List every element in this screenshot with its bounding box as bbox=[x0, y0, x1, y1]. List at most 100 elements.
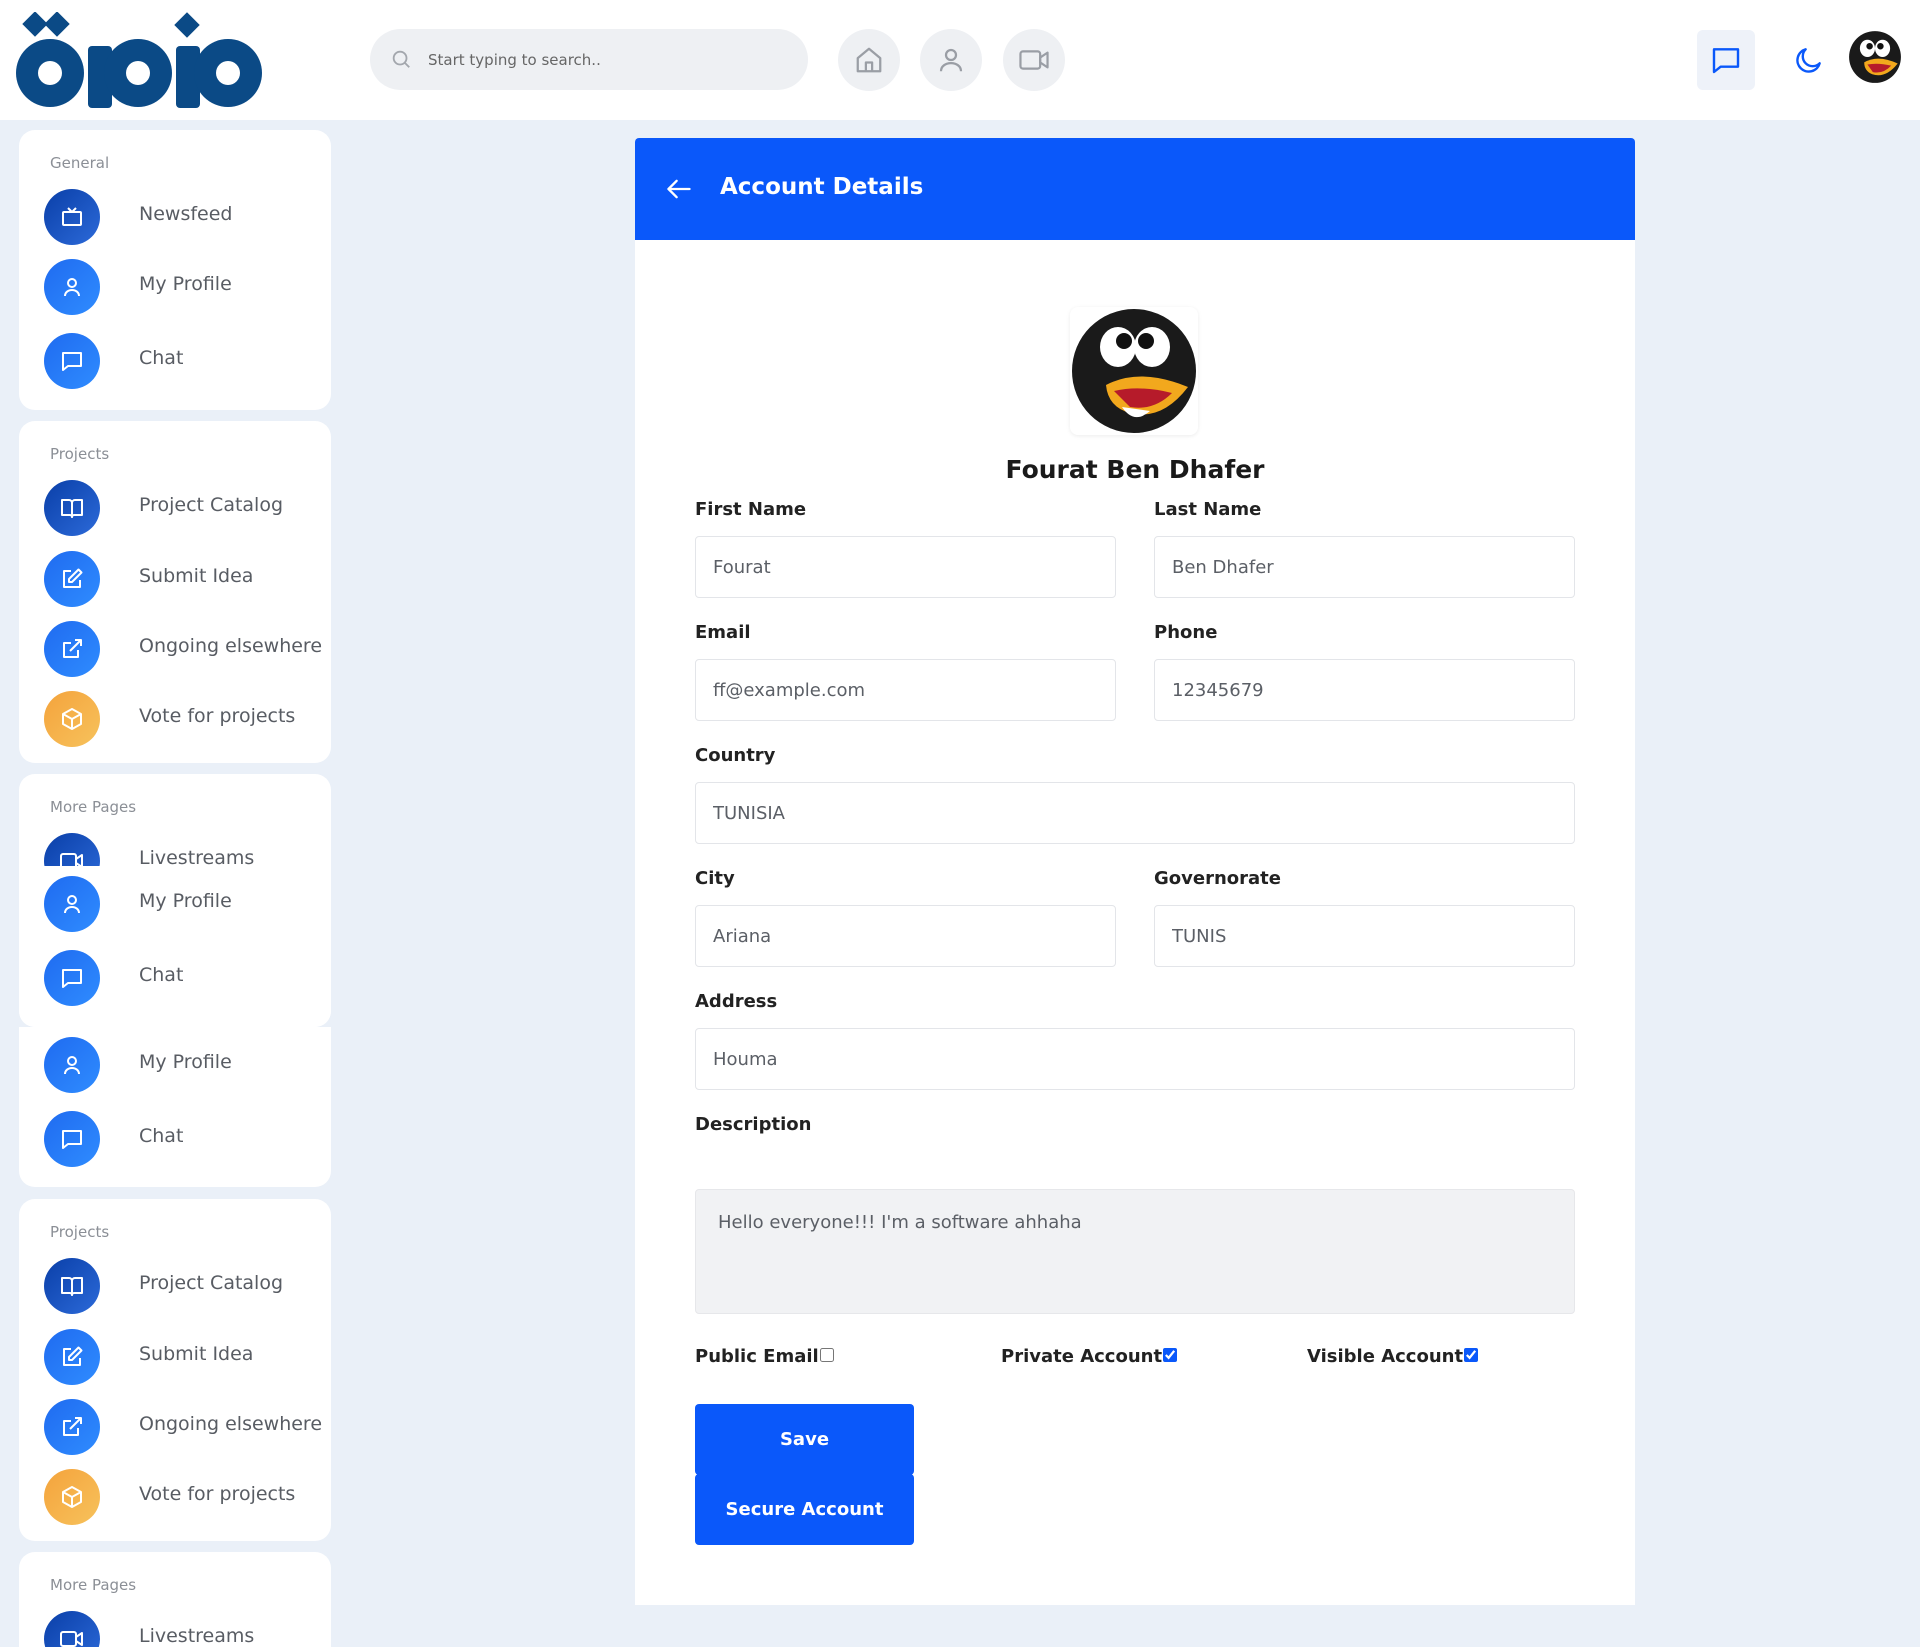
country-input[interactable] bbox=[695, 782, 1575, 844]
sidebar-item-label: Project Catalog bbox=[139, 1272, 284, 1294]
user-icon bbox=[44, 1037, 100, 1093]
user-avatar[interactable] bbox=[1848, 30, 1902, 84]
public-email-checkbox[interactable] bbox=[819, 1348, 834, 1362]
phone-input[interactable] bbox=[1154, 659, 1575, 721]
messages-button[interactable] bbox=[1697, 30, 1755, 90]
email-input[interactable] bbox=[695, 659, 1116, 721]
sidebar-item-submit-idea[interactable]: Submit Idea bbox=[44, 551, 324, 607]
message-icon bbox=[44, 333, 100, 389]
secure-account-button[interactable]: Secure Account bbox=[695, 1474, 914, 1545]
book-icon bbox=[44, 1258, 100, 1314]
video-icon bbox=[1019, 50, 1049, 70]
sidebar-item-submit-idea[interactable]: Submit Idea bbox=[44, 1329, 324, 1385]
city-label: City bbox=[695, 868, 735, 889]
sidebar-section-title: More Pages bbox=[50, 1576, 137, 1594]
city-input[interactable] bbox=[695, 905, 1116, 967]
edit-icon bbox=[44, 551, 100, 607]
message-icon bbox=[44, 950, 100, 1006]
sidebar-item-chat[interactable]: Chat bbox=[44, 333, 324, 389]
search-input[interactable] bbox=[428, 29, 788, 90]
sidebar-item-label: Chat bbox=[139, 964, 184, 986]
home-button[interactable] bbox=[838, 29, 900, 91]
sidebar-card-projects-2: Projects Project Catalog Submit Idea Ong… bbox=[19, 1199, 331, 1541]
sidebar-item-vote-for-projects[interactable]: Vote for projects bbox=[44, 1469, 324, 1525]
sidebar-item-ongoing-elsewhere[interactable]: Ongoing elsewhere bbox=[44, 621, 324, 677]
sidebar-item-label: Chat bbox=[139, 347, 184, 369]
sidebar-card-more-pages-2: More Pages Livestreams bbox=[19, 1552, 331, 1647]
phone-label: Phone bbox=[1154, 622, 1218, 643]
address-label: Address bbox=[695, 991, 778, 1012]
first-name-label: First Name bbox=[695, 499, 807, 520]
sidebar-item-label: Submit Idea bbox=[139, 1343, 254, 1365]
sidebar-item-label: My Profile bbox=[139, 890, 232, 912]
visible-account-checkbox[interactable] bbox=[1464, 1348, 1479, 1362]
description-textarea[interactable]: Hello everyone!!! I'm a software ahhaha bbox=[695, 1189, 1575, 1314]
sidebar-item-project-catalog[interactable]: Project Catalog bbox=[44, 480, 324, 536]
box-icon bbox=[44, 1469, 100, 1525]
public-email-label: Public Email bbox=[695, 1346, 819, 1367]
sidebar-item-label: Ongoing elsewhere bbox=[139, 635, 323, 657]
account-details-header: Account Details bbox=[635, 138, 1635, 240]
profile-name: Fourat Ben Dhafer bbox=[1005, 455, 1265, 484]
last-name-input[interactable] bbox=[1154, 536, 1575, 598]
sidebar-section-title: Projects bbox=[50, 1223, 110, 1241]
message-icon bbox=[1712, 48, 1740, 74]
sidebar-section-title: General bbox=[50, 154, 110, 172]
sidebar-card-projects: Projects Project Catalog Submit Idea Ong… bbox=[19, 421, 331, 763]
sidebar-item-my-profile[interactable]: My Profile bbox=[44, 876, 324, 932]
dark-mode-toggle[interactable] bbox=[1784, 36, 1834, 84]
country-label: Country bbox=[695, 745, 776, 766]
top-header bbox=[0, 0, 1920, 120]
sidebar-item-project-catalog[interactable]: Project Catalog bbox=[44, 1258, 324, 1314]
external-link-icon bbox=[44, 1399, 100, 1455]
user-icon bbox=[939, 48, 963, 72]
description-label: Description bbox=[695, 1114, 812, 1135]
sidebar-item-chat[interactable]: Chat bbox=[44, 950, 324, 1006]
edit-icon bbox=[44, 1329, 100, 1385]
sidebar-section-title: More Pages bbox=[50, 798, 137, 816]
save-button[interactable]: Save bbox=[695, 1404, 914, 1475]
first-name-input[interactable] bbox=[695, 536, 1116, 598]
sidebar-item-label: Submit Idea bbox=[139, 565, 254, 587]
sidebar-item-my-profile[interactable]: My Profile bbox=[44, 259, 324, 315]
address-input[interactable] bbox=[695, 1028, 1575, 1090]
message-icon bbox=[44, 1111, 100, 1167]
private-account-option: Private Account bbox=[1001, 1346, 1178, 1370]
sidebar-item-newsfeed[interactable]: Newsfeed bbox=[44, 189, 324, 245]
private-account-label: Private Account bbox=[1001, 1346, 1163, 1367]
search-bar[interactable] bbox=[370, 29, 808, 90]
sidebar-item-label: Ongoing elsewhere bbox=[139, 1413, 323, 1435]
box-icon bbox=[44, 691, 100, 747]
sidebar-item-chat[interactable]: Chat bbox=[44, 1111, 324, 1167]
sidebar-item-livestreams[interactable]: Livestreams bbox=[44, 1611, 324, 1647]
visible-account-label: Visible Account bbox=[1307, 1346, 1464, 1367]
sidebar-item-label: Project Catalog bbox=[139, 494, 284, 516]
sidebar-card-more-pages: More Pages Livestreams My Profile Chat bbox=[19, 774, 331, 1027]
sidebar-item-ongoing-elsewhere[interactable]: Ongoing elsewhere bbox=[44, 1399, 324, 1455]
sidebar-item-label: Newsfeed bbox=[139, 203, 233, 225]
email-label: Email bbox=[695, 622, 751, 643]
sidebar-item-label: My Profile bbox=[139, 273, 232, 295]
sidebar-card-general: General Newsfeed My Profile Chat bbox=[19, 130, 331, 410]
sidebar-item-vote-for-projects[interactable]: Vote for projects bbox=[44, 691, 324, 747]
search-icon bbox=[392, 50, 410, 68]
moon-icon bbox=[1796, 48, 1821, 73]
home-icon bbox=[856, 47, 882, 73]
video-button[interactable] bbox=[1003, 29, 1065, 91]
book-icon bbox=[44, 480, 100, 536]
sidebar-item-my-profile[interactable]: My Profile bbox=[44, 1037, 324, 1093]
sidebar-card-continuation: My Profile Chat bbox=[19, 1027, 331, 1187]
profile-button[interactable] bbox=[920, 29, 982, 91]
sidebar-item-label: Vote for projects bbox=[139, 705, 296, 727]
private-account-checkbox[interactable] bbox=[1163, 1348, 1178, 1362]
external-link-icon bbox=[44, 621, 100, 677]
profile-picture[interactable] bbox=[1070, 307, 1198, 435]
site-logo[interactable] bbox=[16, 12, 264, 114]
visible-account-option: Visible Account bbox=[1307, 1346, 1479, 1370]
governorate-input[interactable] bbox=[1154, 905, 1575, 967]
sidebar-item-label: My Profile bbox=[139, 1051, 232, 1073]
back-arrow-icon[interactable] bbox=[665, 175, 693, 203]
user-icon bbox=[44, 259, 100, 315]
sidebar-item-label: Livestreams bbox=[139, 1625, 255, 1647]
last-name-label: Last Name bbox=[1154, 499, 1262, 520]
